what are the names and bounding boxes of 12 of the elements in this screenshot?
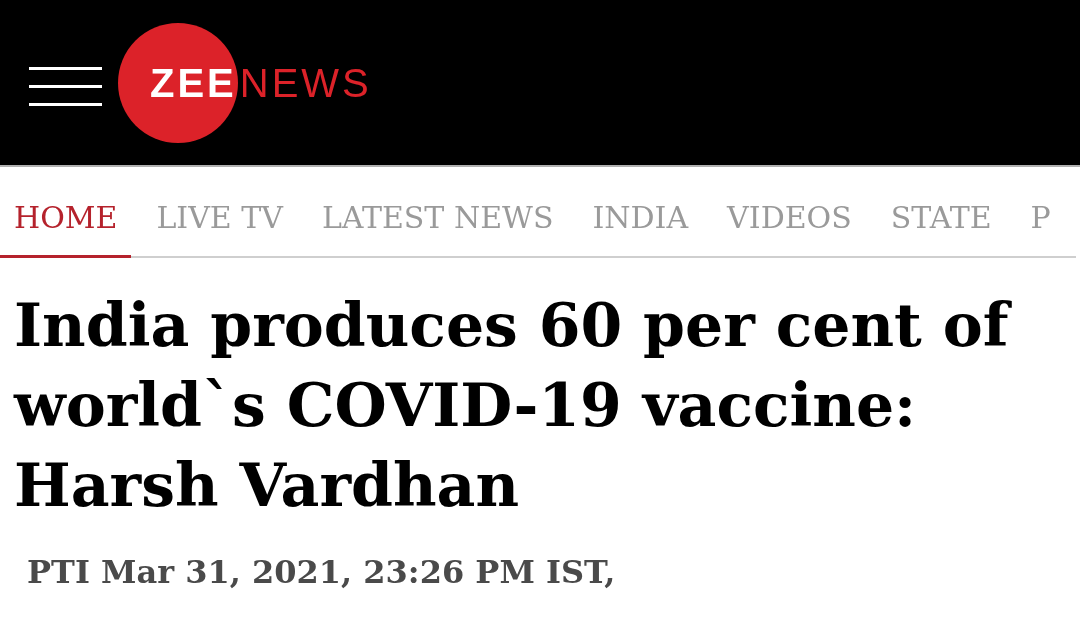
menu-icon[interactable] [29, 66, 102, 106]
nav-tab[interactable]: LATEST NEWS [307, 203, 568, 258]
nav-tab[interactable]: STATE [876, 203, 1006, 258]
nav-tab[interactable]: HOME [0, 203, 132, 258]
nav-tab[interactable]: VIDEOS [713, 203, 866, 258]
headline: India produces 60 per cent of world`s COVID-19 vaccine: Harsh Vardhan [0, 285, 1080, 525]
logo-circle-icon [118, 22, 238, 143]
logo-text[interactable]: ZEE NEWS [150, 62, 372, 103]
nav-tab[interactable]: LIVE TV [142, 203, 297, 258]
byline: PTI Mar 31, 2021, 23:26 PM IST, [26, 556, 617, 588]
nav-tab[interactable]: INDIA [578, 203, 703, 258]
nav-tab[interactable]: P [1016, 203, 1065, 258]
